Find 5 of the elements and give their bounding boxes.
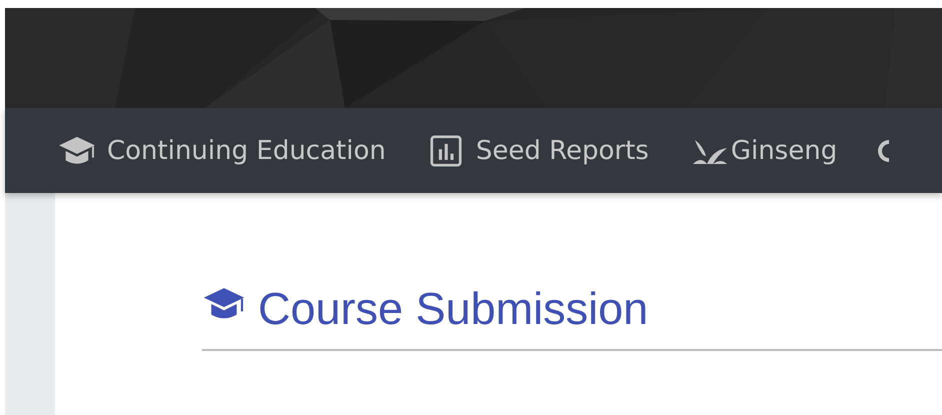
nav-link[interactable]: Ginseng bbox=[688, 136, 838, 166]
nav-link[interactable]: Seed Reports bbox=[426, 134, 649, 166]
nav-link[interactable]: Continuing Education bbox=[57, 134, 386, 166]
heading-text: Course Submission bbox=[258, 283, 648, 335]
graduation-cap-icon bbox=[57, 134, 97, 166]
